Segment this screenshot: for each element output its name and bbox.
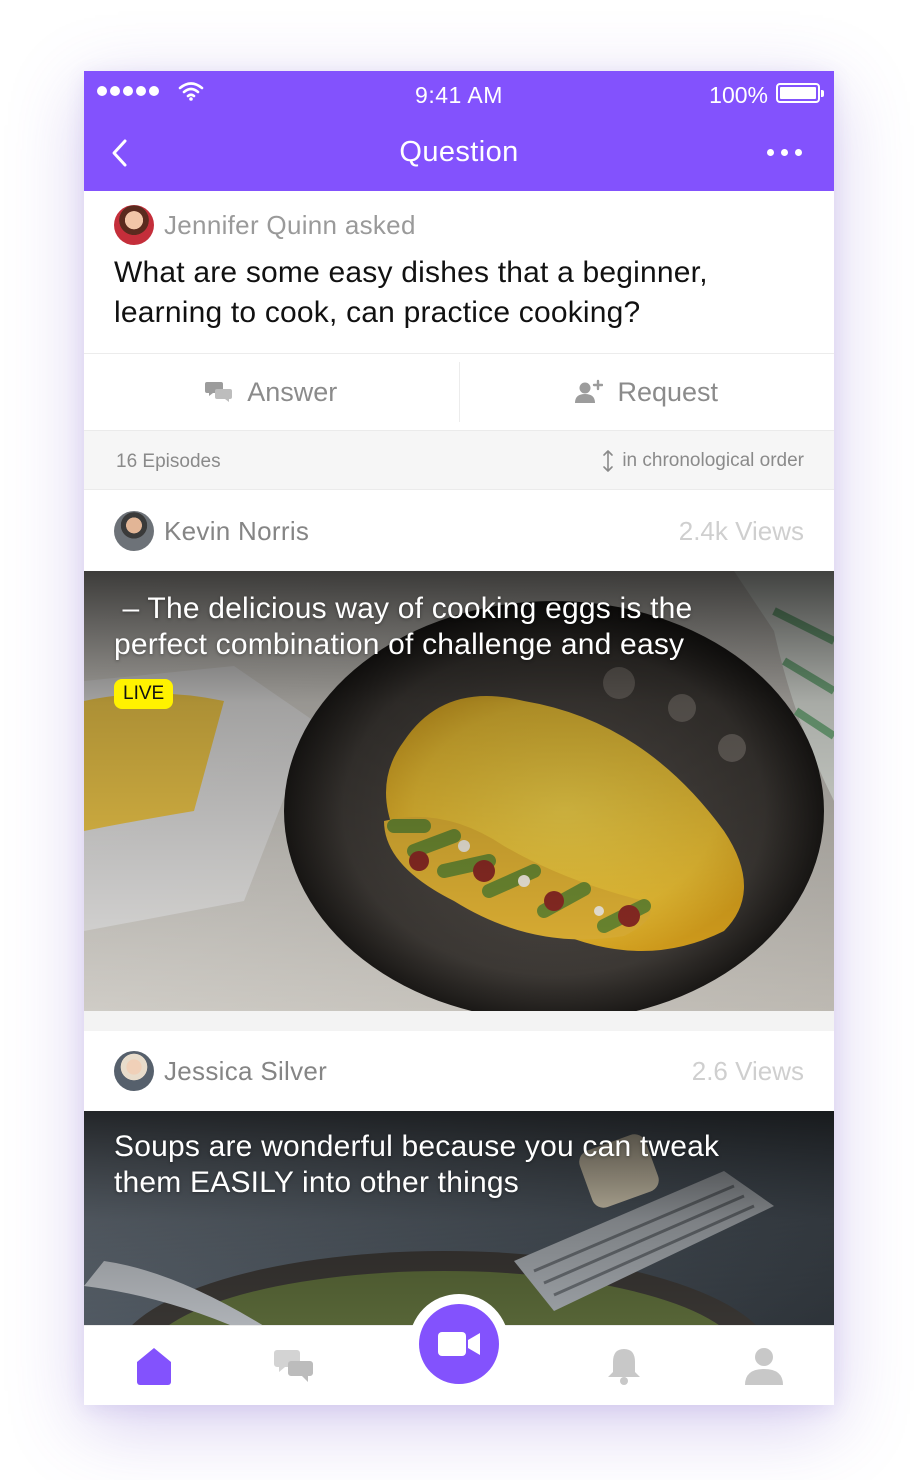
answer-label: Answer <box>247 376 338 407</box>
episodes-count: 16 Episodes <box>116 451 221 472</box>
add-person-icon <box>575 379 604 403</box>
card-separator <box>84 1011 834 1031</box>
page-title: Question <box>399 136 519 168</box>
view-count: 2.6 Views <box>691 1056 804 1086</box>
live-badge: LIVE <box>114 679 174 709</box>
post-author-row[interactable]: Jessica Silver 2.6 Views <box>84 1031 834 1111</box>
request-button[interactable]: Request <box>460 354 835 430</box>
author-name: Kevin Norris <box>164 516 310 546</box>
post-video-thumbnail[interactable]: – The delicious way of cooking eggs is t… <box>84 571 834 1011</box>
status-bar: 9:41 AM 100% <box>84 71 834 115</box>
view-count: 2.4k Views <box>678 516 804 546</box>
author-avatar <box>114 1051 154 1091</box>
chat-icon <box>274 1350 313 1382</box>
asker-name[interactable]: Jennifer Quinn asked <box>164 210 416 241</box>
sort-order-button[interactable]: in chronological order <box>602 449 804 473</box>
video-camera-icon <box>438 1332 480 1356</box>
more-dots-icon <box>767 149 774 156</box>
phone-screen: 9:41 AM 100% Question Jennifer Quinn ask… <box>84 71 834 1405</box>
battery-icon <box>776 83 824 103</box>
post-caption: – The delicious way of cooking eggs is t… <box>114 592 693 661</box>
answer-button[interactable]: Answer <box>84 354 459 430</box>
episodes-bar: 16 Episodes in chronological order <box>84 430 834 490</box>
bell-icon <box>608 1349 640 1385</box>
asker-avatar[interactable] <box>114 205 154 245</box>
post-caption: Soups are wonderful because you can twea… <box>114 1130 720 1199</box>
more-options-button[interactable] <box>767 149 802 156</box>
battery-percentage: 100% <box>709 82 768 108</box>
answer-chat-icon <box>205 382 233 402</box>
sort-order-label: in chronological order <box>622 450 804 471</box>
record-video-button[interactable] <box>419 1304 499 1384</box>
sort-arrows-icon <box>603 450 614 472</box>
request-label: Request <box>617 376 719 407</box>
question-actions: Answer Request <box>84 354 834 430</box>
profile-icon <box>745 1348 783 1385</box>
tab-home[interactable] <box>114 1326 194 1405</box>
author-avatar <box>114 511 154 551</box>
tab-messages[interactable] <box>254 1326 334 1405</box>
tab-notifications[interactable] <box>584 1326 664 1405</box>
post-author-row[interactable]: Kevin Norris 2.4k Views <box>84 491 834 571</box>
tab-profile[interactable] <box>724 1326 804 1405</box>
navigation-bar: Question <box>84 115 834 191</box>
home-icon <box>137 1348 171 1385</box>
question-text: What are some easy dishes that a beginne… <box>114 256 708 329</box>
author-name: Jessica Silver <box>164 1056 328 1086</box>
tab-bar <box>84 1294 834 1405</box>
